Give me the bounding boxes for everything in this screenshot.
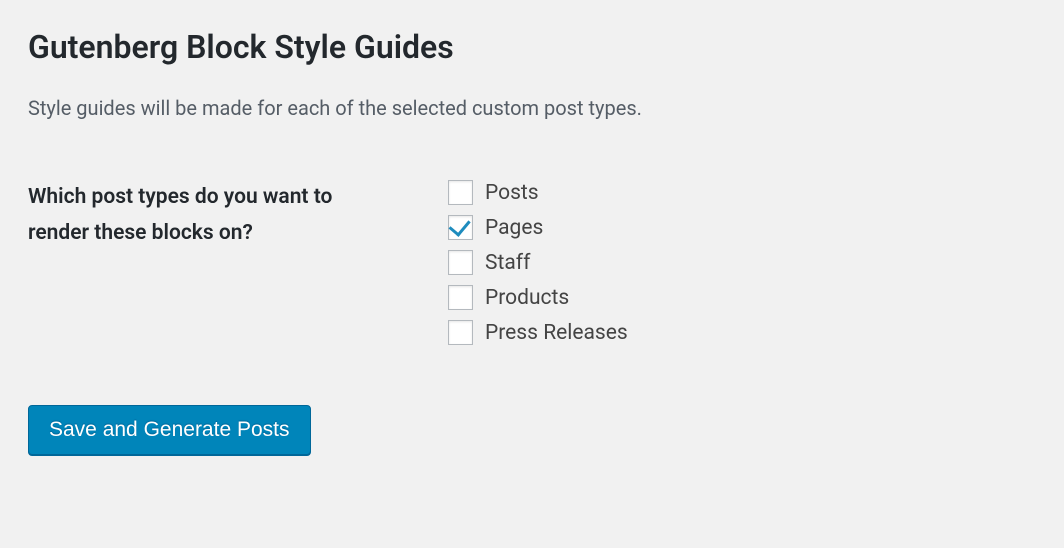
- checkbox-products[interactable]: [448, 285, 473, 310]
- checkbox-label-posts[interactable]: Posts: [485, 181, 539, 205]
- checkbox-list: Posts Pages Staff Products Press Release…: [448, 180, 628, 345]
- save-generate-button[interactable]: Save and Generate Posts: [28, 405, 311, 455]
- page-title: Gutenberg Block Style Guides: [28, 28, 1036, 66]
- checkbox-label-press-releases[interactable]: Press Releases: [485, 321, 628, 345]
- checkbox-item-pages: Pages: [448, 215, 628, 240]
- form-row: Which post types do you want to render t…: [28, 180, 1036, 345]
- checkbox-pages[interactable]: [448, 215, 473, 240]
- checkbox-staff[interactable]: [448, 250, 473, 275]
- checkbox-press-releases[interactable]: [448, 320, 473, 345]
- checkbox-item-posts: Posts: [448, 180, 628, 205]
- checkbox-item-press-releases: Press Releases: [448, 320, 628, 345]
- checkbox-label-staff[interactable]: Staff: [485, 251, 530, 275]
- checkbox-label-pages[interactable]: Pages: [485, 216, 543, 240]
- checkbox-item-products: Products: [448, 285, 628, 310]
- checkbox-posts[interactable]: [448, 180, 473, 205]
- form-label: Which post types do you want to render t…: [28, 180, 368, 251]
- checkbox-item-staff: Staff: [448, 250, 628, 275]
- checkbox-label-products[interactable]: Products: [485, 286, 569, 310]
- page-description: Style guides will be made for each of th…: [28, 96, 1036, 120]
